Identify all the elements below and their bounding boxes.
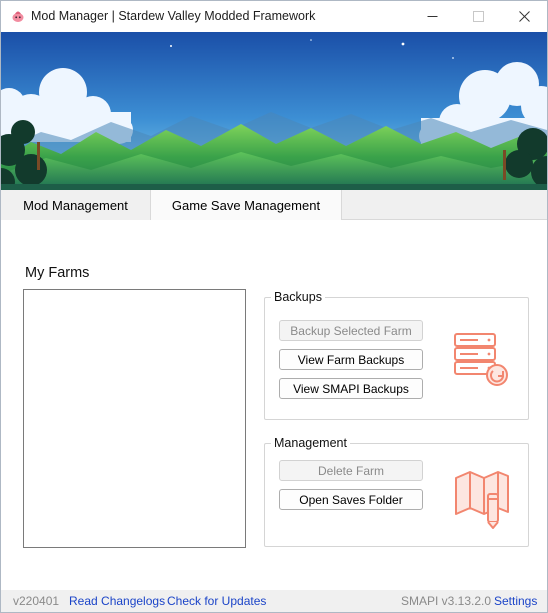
minimize-button[interactable] bbox=[409, 1, 455, 32]
management-group-title: Management bbox=[271, 436, 350, 450]
mod-manager-window: Mod Manager | Stardew Valley Modded Fram… bbox=[0, 0, 548, 613]
tab-strip: Mod Management Game Save Management bbox=[1, 190, 547, 220]
map-edit-icon bbox=[455, 471, 509, 529]
maximize-icon bbox=[472, 11, 484, 22]
management-group: Management Delete Farm Open Saves Folder bbox=[264, 436, 529, 547]
stardew-valley-banner bbox=[1, 32, 547, 190]
backups-group-title: Backups bbox=[271, 290, 325, 304]
banner-artwork bbox=[1, 32, 547, 190]
title-bar[interactable]: Mod Manager | Stardew Valley Modded Fram… bbox=[1, 1, 547, 32]
open-saves-folder-button[interactable]: Open Saves Folder bbox=[279, 489, 423, 510]
view-farm-backups-button[interactable]: View Farm Backups bbox=[279, 349, 423, 370]
backup-selected-farm-button[interactable]: Backup Selected Farm bbox=[279, 320, 423, 341]
tab-game-save-management[interactable]: Game Save Management bbox=[151, 190, 342, 220]
status-bar: v220401 Read Changelogs Check for Update… bbox=[1, 590, 547, 612]
farm-list[interactable] bbox=[23, 289, 246, 548]
version-label: v220401 bbox=[13, 594, 60, 608]
check-for-updates-link[interactable]: Check for Updates bbox=[167, 594, 266, 608]
game-save-management-panel: My Farms Backups Backup Selected Farm Vi… bbox=[1, 220, 547, 590]
delete-farm-button[interactable]: Delete Farm bbox=[279, 460, 423, 481]
close-icon bbox=[518, 11, 530, 22]
read-changelogs-link[interactable]: Read Changelogs bbox=[69, 594, 165, 608]
sdv-junimo-app-icon bbox=[12, 11, 24, 22]
maximize-button[interactable] bbox=[455, 1, 501, 32]
backups-group: Backups Backup Selected Farm View Farm B… bbox=[264, 290, 529, 420]
database-restore-icon bbox=[454, 333, 508, 386]
window-title: Mod Manager | Stardew Valley Modded Fram… bbox=[31, 9, 316, 23]
tab-mod-management[interactable]: Mod Management bbox=[1, 190, 151, 220]
smapi-version-label: SMAPI v3.13.2.0 bbox=[401, 594, 492, 608]
my-farms-heading: My Farms bbox=[25, 265, 90, 281]
minimize-icon bbox=[427, 16, 437, 17]
close-button[interactable] bbox=[501, 1, 547, 32]
view-smapi-backups-button[interactable]: View SMAPI Backups bbox=[279, 378, 423, 399]
settings-link[interactable]: Settings bbox=[494, 594, 537, 608]
